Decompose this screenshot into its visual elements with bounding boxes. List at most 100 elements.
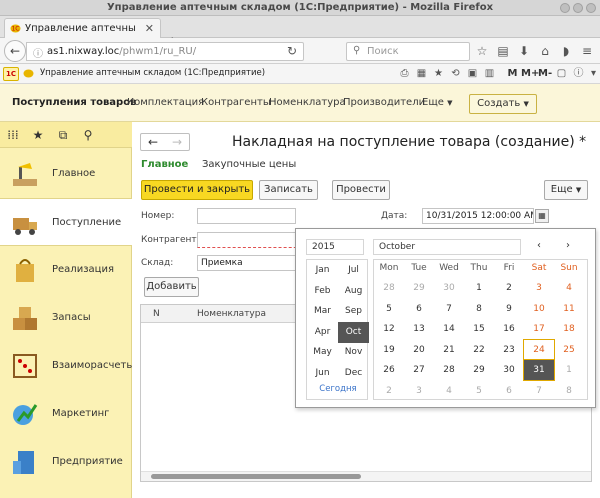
tab-close-icon[interactable]: ✕ bbox=[145, 22, 154, 35]
print-icon[interactable]: ⎙ bbox=[398, 67, 411, 81]
search-icon[interactable]: ⚲ bbox=[80, 127, 96, 143]
day-cell[interactable]: 4 bbox=[434, 381, 464, 401]
day-cell[interactable]: 3 bbox=[524, 278, 554, 298]
day-cell[interactable]: 1 bbox=[554, 360, 584, 380]
day-cell[interactable]: 20 bbox=[404, 340, 434, 360]
nav-item-marketing[interactable]: Маркетинг bbox=[0, 390, 132, 438]
post-button[interactable]: Провести bbox=[332, 180, 390, 200]
date-field[interactable]: 10/31/2015 12:00:00 AM bbox=[422, 208, 534, 224]
add-row-button[interactable]: Добавить bbox=[144, 277, 199, 297]
tab-main[interactable]: Главное bbox=[141, 159, 188, 170]
month-cell-aug[interactable]: Aug bbox=[338, 281, 369, 302]
day-cell[interactable]: 19 bbox=[374, 340, 404, 360]
day-cell[interactable]: 18 bbox=[554, 319, 584, 339]
nav-item-stock[interactable]: Запасы bbox=[0, 294, 132, 342]
day-cell[interactable]: 17 bbox=[524, 319, 554, 339]
more-button[interactable]: Еще ▼ bbox=[544, 180, 588, 200]
day-cell[interactable]: 30 bbox=[434, 278, 464, 298]
browser-tab[interactable]: 1С Управление аптечны ✕ bbox=[4, 18, 161, 39]
month-cell-oct[interactable]: Oct bbox=[338, 321, 369, 343]
next-month-icon[interactable]: › bbox=[561, 239, 575, 255]
month-cell-jan[interactable]: Jan bbox=[307, 260, 338, 281]
month-cell-sep[interactable]: Sep bbox=[338, 301, 369, 322]
nav-item-enterprise[interactable]: Предприятие bbox=[0, 438, 132, 486]
day-cell[interactable]: 24 bbox=[523, 338, 555, 361]
reading-list-icon[interactable]: ▤ bbox=[496, 44, 510, 58]
day-cell[interactable]: 7 bbox=[524, 381, 554, 401]
day-cell[interactable]: 16 bbox=[494, 319, 524, 339]
day-cell[interactable]: 25 bbox=[554, 340, 584, 360]
day-cell[interactable]: 6 bbox=[404, 299, 434, 319]
section-more[interactable]: Еще ▼ bbox=[422, 97, 452, 108]
day-cell[interactable]: 3 bbox=[404, 381, 434, 401]
day-cell[interactable]: 27 bbox=[404, 360, 434, 380]
day-cell[interactable]: 29 bbox=[404, 278, 434, 298]
nav-item-receipt[interactable]: Поступление bbox=[0, 198, 132, 246]
url-bar[interactable]: ⓘ as1.nixway.loc/phwm1/ru_RU/ ↻ bbox=[26, 42, 304, 61]
site-info-icon[interactable]: ⓘ bbox=[33, 45, 43, 60]
memory-m-plus-icon[interactable]: M+ bbox=[521, 67, 539, 81]
column-header-nomenclature[interactable]: Номенклатура bbox=[197, 309, 266, 319]
section-receipts[interactable]: Поступления товаров bbox=[12, 97, 136, 108]
column-header-number[interactable]: N bbox=[153, 309, 160, 319]
today-link[interactable]: Сегодня bbox=[307, 384, 369, 394]
download-icon[interactable]: ⬇ bbox=[517, 44, 531, 58]
reload-icon[interactable]: ↻ bbox=[287, 44, 297, 58]
section-counterparties[interactable]: Контрагенты bbox=[201, 97, 271, 108]
day-cell[interactable]: 14 bbox=[434, 319, 464, 339]
day-cell[interactable]: 30 bbox=[494, 360, 524, 380]
day-cell[interactable]: 1 bbox=[464, 278, 494, 298]
month-selector[interactable]: October bbox=[373, 239, 521, 255]
day-cell[interactable]: 26 bbox=[374, 360, 404, 380]
calendar-picker-icon[interactable]: ▦ bbox=[535, 209, 549, 223]
post-and-close-button[interactable]: Провести и закрыть bbox=[141, 180, 253, 200]
day-cell[interactable]: 31 bbox=[523, 359, 555, 381]
1c-logo-icon[interactable]: 1С bbox=[3, 67, 19, 81]
day-cell[interactable]: 9 bbox=[494, 299, 524, 319]
calculator-icon[interactable]: ▣ bbox=[466, 67, 479, 81]
day-cell[interactable]: 28 bbox=[434, 360, 464, 380]
favorites-icon[interactable]: ★ bbox=[432, 67, 445, 81]
save-button[interactable]: Записать bbox=[259, 180, 318, 200]
bookmark-star-icon[interactable]: ☆ bbox=[475, 44, 489, 58]
calendar-icon[interactable]: ▥ bbox=[483, 67, 496, 81]
year-selector[interactable]: 2015 bbox=[306, 239, 364, 255]
day-cell[interactable]: 5 bbox=[374, 299, 404, 319]
month-cell-apr[interactable]: Apr bbox=[307, 322, 338, 343]
back-arrow-icon[interactable]: ← bbox=[141, 135, 165, 149]
maximize-icon[interactable] bbox=[573, 3, 583, 13]
day-cell[interactable]: 15 bbox=[464, 319, 494, 339]
day-cell[interactable]: 12 bbox=[374, 319, 404, 339]
month-cell-dec[interactable]: Dec bbox=[338, 363, 369, 384]
day-cell[interactable]: 7 bbox=[434, 299, 464, 319]
section-nomenclature[interactable]: Номенклатура bbox=[269, 97, 346, 108]
counterparty-field[interactable] bbox=[197, 232, 307, 248]
day-cell[interactable]: 2 bbox=[374, 381, 404, 401]
prev-month-icon[interactable]: ‹ bbox=[532, 239, 546, 255]
day-cell[interactable]: 23 bbox=[494, 340, 524, 360]
warehouse-field[interactable]: Приемка bbox=[197, 255, 307, 271]
day-cell[interactable]: 8 bbox=[464, 299, 494, 319]
nav-item-settlements[interactable]: Взаиморасчеты bbox=[0, 342, 134, 390]
close-window-icon[interactable] bbox=[586, 3, 596, 13]
search-bar[interactable]: ⚲ Поиск bbox=[346, 42, 470, 61]
app-menu-icon[interactable]: ▾ bbox=[587, 67, 600, 81]
zoom-icon[interactable]: ▢ bbox=[555, 67, 568, 81]
day-cell[interactable]: 2 bbox=[494, 278, 524, 298]
table-icon[interactable]: ▦ bbox=[415, 67, 428, 81]
day-cell[interactable]: 8 bbox=[554, 381, 584, 401]
month-cell-jun[interactable]: Jun bbox=[307, 363, 338, 384]
horizontal-scrollbar[interactable] bbox=[141, 471, 591, 481]
nav-item-sales[interactable]: Реализация bbox=[0, 246, 132, 294]
nav-item-main[interactable]: Главное bbox=[0, 150, 132, 198]
day-cell[interactable]: 10 bbox=[524, 299, 554, 319]
memory-m-minus-icon[interactable]: M- bbox=[538, 67, 552, 81]
day-cell[interactable]: 21 bbox=[434, 340, 464, 360]
memory-m-icon[interactable]: M bbox=[506, 67, 519, 81]
day-cell[interactable]: 6 bbox=[494, 381, 524, 401]
minimize-icon[interactable] bbox=[560, 3, 570, 13]
day-cell[interactable]: 4 bbox=[554, 278, 584, 298]
section-assembly[interactable]: Комплектация bbox=[127, 97, 204, 108]
back-icon[interactable]: ← bbox=[4, 40, 26, 62]
grid-menu-icon[interactable]: ⁞⁞⁞ bbox=[5, 127, 21, 143]
